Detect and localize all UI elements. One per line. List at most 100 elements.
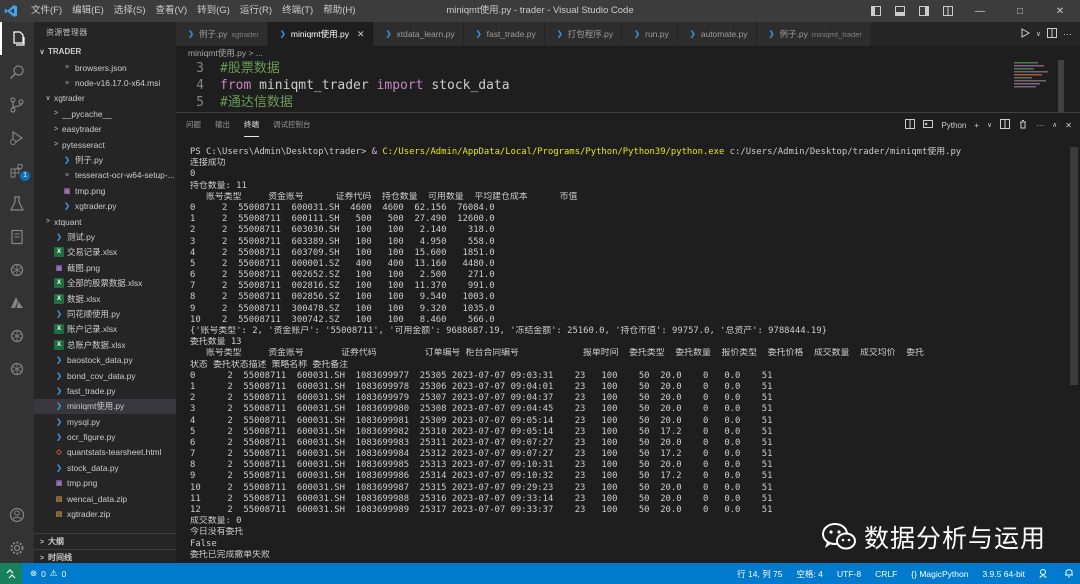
split-terminal-icon[interactable]: [905, 119, 916, 131]
menu-item[interactable]: 运行(R): [235, 0, 277, 22]
file-tree-item[interactable]: ❯ xgtrader.py: [34, 199, 176, 214]
panel-tab[interactable]: 终端: [244, 114, 259, 137]
file-tree-item[interactable]: X 数据.xlsx: [34, 291, 176, 306]
panel-tab[interactable]: 输出: [215, 113, 230, 137]
workspace-header[interactable]: ∨ TRADER: [34, 44, 176, 60]
new-terminal-icon[interactable]: +: [974, 121, 979, 130]
terminal-scrollbar[interactable]: [1070, 147, 1078, 385]
openai-icon[interactable]: [0, 253, 34, 286]
split-editor-icon[interactable]: [1047, 28, 1057, 40]
file-tree-item[interactable]: X 全部的股票数据.xlsx: [34, 275, 176, 290]
minimize-icon[interactable]: —: [960, 0, 1000, 22]
file-tree-item[interactable]: ▤ xgtrader.zip: [34, 506, 176, 521]
editor-tab[interactable]: ❯ fast_trade.py: [463, 22, 545, 46]
outline-section[interactable]: > 大纲: [34, 533, 176, 549]
maximize-panel-icon[interactable]: ∧: [1052, 121, 1057, 129]
openai-icon-3[interactable]: [0, 352, 34, 385]
explorer-icon[interactable]: [0, 22, 34, 55]
toggle-secondary-sidebar-icon[interactable]: [912, 0, 936, 22]
more-panel-actions-icon[interactable]: ···: [1036, 121, 1044, 130]
account-icon[interactable]: [0, 498, 34, 531]
terminal-dropdown-icon[interactable]: ∨: [987, 121, 992, 129]
timeline-section[interactable]: > 时间线: [34, 549, 176, 563]
file-tree-item[interactable]: ▣ 截图.png: [34, 260, 176, 275]
search-icon[interactable]: [0, 55, 34, 88]
file-tree-item[interactable]: ≡ node-v16.17.0-x64.msi: [34, 75, 176, 90]
indentation[interactable]: 空格: 4: [797, 568, 823, 580]
panel-tab[interactable]: 调试控制台: [273, 113, 311, 137]
file-tree-item[interactable]: X 账户记录.xlsx: [34, 322, 176, 337]
file-tree-item[interactable]: ◇ quantstats-tearsheet.html: [34, 445, 176, 460]
file-tree-item[interactable]: X 交易记录.xlsx: [34, 245, 176, 260]
minimap[interactable]: [1014, 60, 1066, 112]
menu-item[interactable]: 查看(V): [150, 0, 192, 22]
editor-tab[interactable]: ❯ xtdata_learn.py: [373, 22, 464, 46]
python-interpreter[interactable]: 3.9.5 64-bit: [982, 569, 1025, 579]
close-window-icon[interactable]: ✕: [1040, 0, 1080, 22]
file-tree-item[interactable]: ❯ fast_trade.py: [34, 383, 176, 398]
language-mode[interactable]: {} MagicPython: [911, 569, 968, 579]
run-debug-icon[interactable]: [0, 121, 34, 154]
file-tree-item[interactable]: ❯ ocr_figure.py: [34, 429, 176, 444]
code-editor[interactable]: 3 #股票数据 4 from miniqmt_trader import stock_…: [176, 60, 1080, 112]
notebook-icon[interactable]: [0, 220, 34, 253]
file-tree-item[interactable]: ▣ tmp.png: [34, 183, 176, 198]
menu-item[interactable]: 转到(G): [192, 0, 235, 22]
extensions-icon[interactable]: 1: [0, 154, 34, 187]
toggle-sidebar-icon[interactable]: [864, 0, 888, 22]
remote-indicator-icon[interactable]: [0, 563, 22, 584]
file-tree-item[interactable]: ❯ bond_cov_data.py: [34, 368, 176, 383]
kill-terminal-icon[interactable]: [1018, 119, 1028, 131]
split-icon[interactable]: [1000, 119, 1011, 131]
toggle-panel-icon[interactable]: [888, 0, 912, 22]
terminal-output[interactable]: PS C:\Users\Admin\Desktop\trader> & C:/U…: [190, 147, 1070, 561]
file-tree-item[interactable]: ❯ mysql.py: [34, 414, 176, 429]
file-tree-item[interactable]: > pytesseract: [34, 137, 176, 152]
file-tree-item[interactable]: ❯ 测试.py: [34, 229, 176, 244]
editor-tab[interactable]: ❯ miniqmt使用.py ✕: [267, 22, 374, 46]
maximize-icon[interactable]: □: [1000, 0, 1040, 22]
menu-item[interactable]: 选择(S): [109, 0, 151, 22]
file-tree-item[interactable]: > __pycache__: [34, 106, 176, 121]
notifications-bell-icon[interactable]: [1064, 567, 1074, 580]
encoding[interactable]: UTF-8: [837, 569, 861, 579]
file-tree-item[interactable]: ❯ miniqmt使用.py: [34, 398, 176, 414]
file-tree-item[interactable]: ▤ wencai_data.zip: [34, 491, 176, 506]
file-tree-item[interactable]: ≡ tesseract-ocr-w64-setup-...: [34, 168, 176, 183]
file-tree-item[interactable]: ❯ stock_data.py: [34, 460, 176, 475]
file-tree-item[interactable]: ❯ 同花顺使用.py: [34, 306, 176, 321]
file-tree-item[interactable]: ≡ browsers.json: [34, 60, 176, 75]
problems-indicator[interactable]: ⊗ 0 ⚠ 0: [30, 568, 66, 579]
menu-item[interactable]: 编辑(E): [67, 0, 109, 22]
feedback-icon[interactable]: [1039, 568, 1050, 580]
terminal-name[interactable]: Python: [941, 121, 966, 130]
manage-gear-icon[interactable]: [0, 531, 34, 564]
editor-tab[interactable]: ❯ 例子.py miniqmt_trader: [756, 22, 871, 46]
run-python-icon[interactable]: [1020, 28, 1030, 40]
file-tree-item[interactable]: ∨ xgtrader: [34, 91, 176, 106]
menu-item[interactable]: 终端(T): [277, 0, 318, 22]
editor-tab[interactable]: ❯ run.py: [622, 22, 678, 46]
more-actions-icon[interactable]: ···: [1063, 29, 1072, 39]
editor-tab[interactable]: ❯ 打包程序.py: [544, 22, 623, 46]
editor-tab[interactable]: ❯ automate.py: [677, 22, 757, 46]
close-panel-icon[interactable]: ✕: [1065, 121, 1072, 130]
testing-flask-icon[interactable]: [0, 187, 34, 220]
breadcrumb[interactable]: miniqmt使用.py > ...: [176, 46, 1080, 60]
close-tab-icon[interactable]: ✕: [357, 29, 365, 40]
file-tree-item[interactable]: ▣ tmp.png: [34, 476, 176, 491]
cursor-position[interactable]: 行 14, 列 75: [737, 568, 782, 580]
editor-tab[interactable]: ❯ 例子.py xgtrader: [176, 22, 268, 46]
file-tree-item[interactable]: ❯ baostock_data.py: [34, 352, 176, 367]
line-ending[interactable]: CRLF: [875, 569, 897, 579]
customize-layout-icon[interactable]: [936, 0, 960, 22]
run-dropdown-icon[interactable]: ∨: [1036, 30, 1041, 38]
file-tree-item[interactable]: ❯ 例子.py: [34, 152, 176, 167]
file-tree-item[interactable]: > xtquant: [34, 214, 176, 229]
file-tree-item[interactable]: > easytrader: [34, 122, 176, 137]
source-control-icon[interactable]: [0, 88, 34, 121]
panel-tab[interactable]: 问题: [186, 113, 201, 137]
openai-icon-2[interactable]: [0, 319, 34, 352]
azure-icon[interactable]: [0, 286, 34, 319]
menu-item[interactable]: 帮助(H): [318, 0, 360, 22]
